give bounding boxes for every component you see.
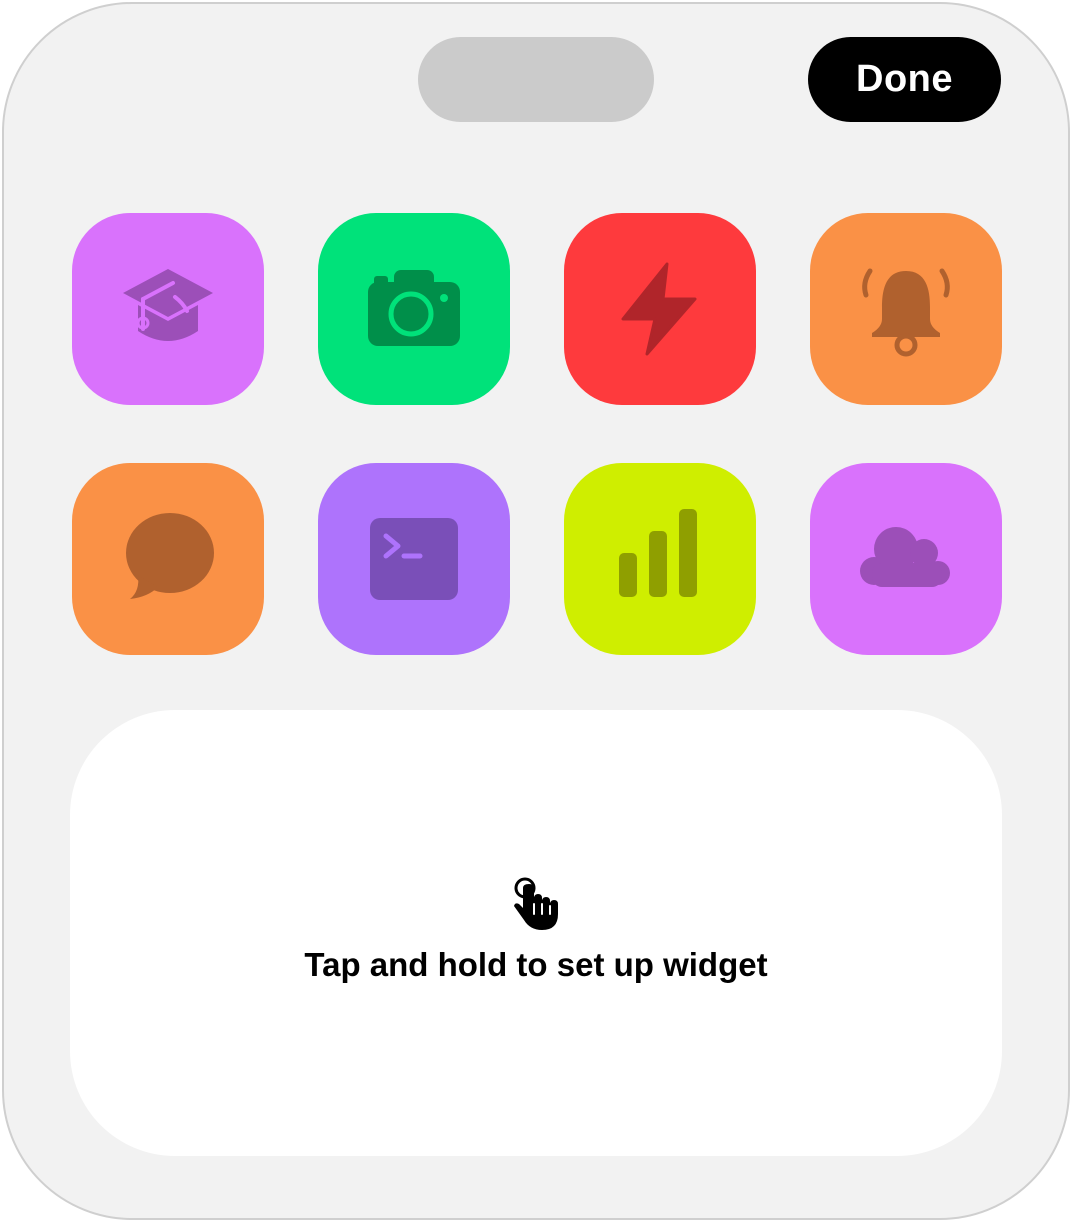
alarm-bell-icon — [862, 268, 950, 357]
done-button[interactable]: Done — [808, 37, 1001, 122]
app-icon-weather[interactable] — [810, 463, 1002, 655]
app-icon-stats[interactable] — [564, 463, 756, 655]
app-icon-messages[interactable] — [72, 463, 264, 655]
camera-icon — [368, 270, 460, 346]
dynamic-island — [418, 37, 654, 122]
tap-hand-icon — [514, 877, 558, 930]
app-icon-camera[interactable] — [318, 213, 510, 405]
bolt-icon — [621, 262, 697, 356]
app-icon-terminal[interactable] — [318, 463, 510, 655]
signal-bars-icon — [619, 509, 697, 597]
widget-setup-message: Tap and hold to set up widget — [304, 946, 768, 983]
app-icon-education[interactable] — [72, 213, 264, 405]
app-icon-shortcuts[interactable] — [564, 213, 756, 405]
cloud-icon — [860, 527, 950, 587]
app-icon-alarm[interactable] — [810, 213, 1002, 405]
terminal-icon — [370, 518, 458, 600]
chat-bubble-icon — [126, 513, 214, 599]
graduation-cap-icon — [123, 269, 213, 341]
